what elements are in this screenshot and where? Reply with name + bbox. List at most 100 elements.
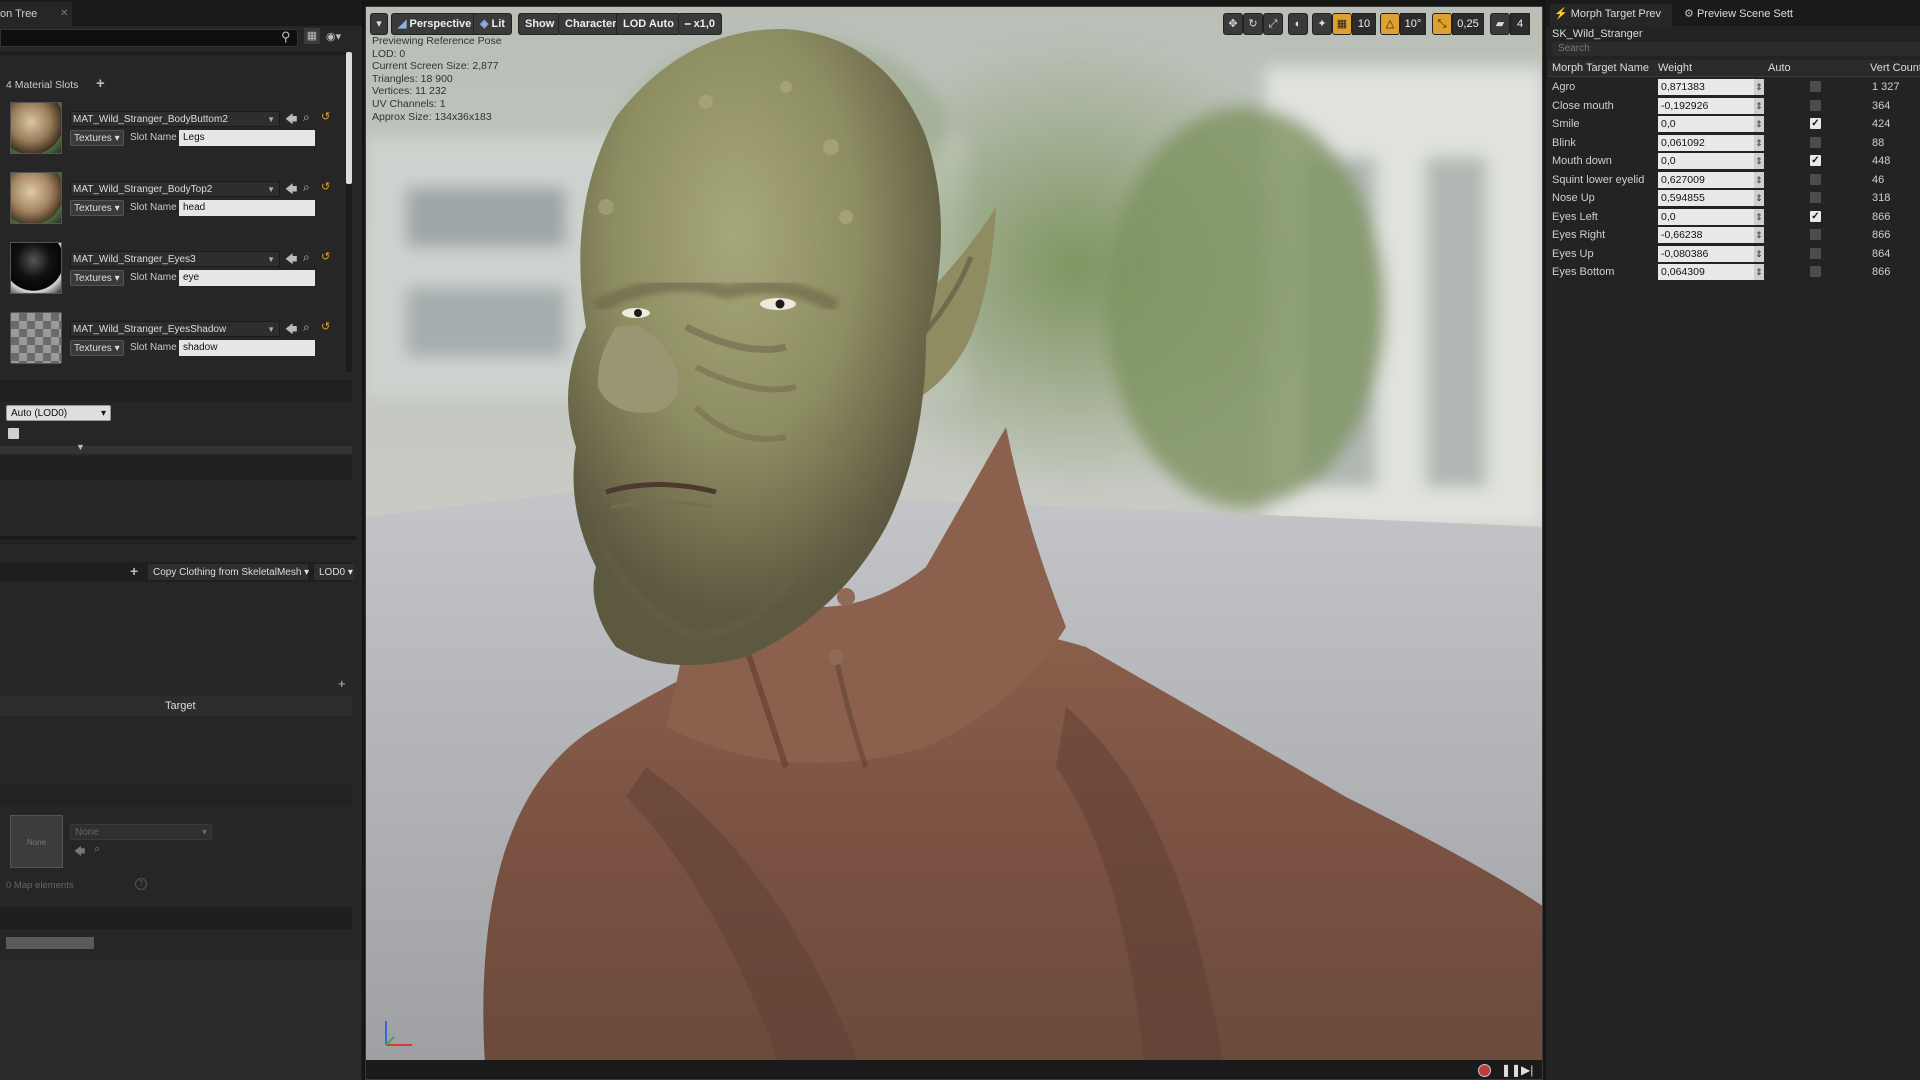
spin-handle-icon[interactable]: ⇕ <box>1754 171 1764 188</box>
slot-name-field[interactable]: shadow <box>179 340 315 356</box>
help-icon[interactable]: ? <box>135 878 147 890</box>
auto-checkbox[interactable]: ✓ <box>1810 210 1821 222</box>
use-selected-icon[interactable]: 🡄 <box>285 180 297 201</box>
textures-dropdown[interactable]: Textures ▾ <box>70 200 124 216</box>
morph-search-input[interactable]: Search <box>1552 42 1920 56</box>
material-thumbnail[interactable] <box>10 172 62 224</box>
record-icon[interactable] <box>1478 1064 1491 1077</box>
weight-slider[interactable]: 0,627009 ⇕ <box>1658 171 1764 188</box>
tab-morph-target-preview[interactable]: ⚡ Morph Target Prev <box>1550 4 1672 26</box>
spin-handle-icon[interactable]: ⇕ <box>1754 190 1764 206</box>
auto-checkbox[interactable] <box>1810 81 1821 92</box>
lod-auto-button[interactable]: LOD Auto <box>616 13 681 35</box>
use-selected-icon[interactable]: 🡄 <box>74 843 85 862</box>
add-slot-icon[interactable]: + <box>96 75 105 92</box>
use-selected-icon[interactable]: 🡄 <box>285 320 297 341</box>
world-local-icon[interactable]: ◐ <box>1288 13 1308 35</box>
tab-skeleton-tree[interactable]: on Tree ✕ <box>0 2 72 26</box>
translate-icon[interactable]: ✥ <box>1223 13 1243 35</box>
add-icon[interactable]: + <box>130 563 138 579</box>
textures-dropdown[interactable]: Textures ▾ <box>70 340 124 356</box>
preview-viewport[interactable]: ▾ ◢ Perspective ◈ Lit Show Character LOD… <box>365 6 1543 1080</box>
playback-speed-button[interactable]: ⎯ x1,0 <box>678 13 722 35</box>
slot-name-field[interactable]: Legs <box>179 130 315 146</box>
weight-slider[interactable]: -0,192926 ⇕ <box>1658 97 1764 114</box>
checkbox[interactable] <box>8 428 19 439</box>
slot-name-field[interactable]: head <box>179 200 315 216</box>
auto-checkbox[interactable] <box>1810 247 1821 259</box>
add-target-icon[interactable]: + <box>338 676 346 691</box>
auto-checkbox[interactable] <box>1810 99 1821 111</box>
auto-checkbox[interactable]: ✓ <box>1810 155 1821 166</box>
material-thumbnail[interactable] <box>10 102 62 154</box>
weight-slider[interactable]: 0,594855 ⇕ <box>1658 190 1764 206</box>
column-header[interactable]: Weight <box>1658 62 1692 74</box>
search-input[interactable] <box>0 29 298 47</box>
asset-thumbnail[interactable]: None <box>10 815 63 868</box>
browse-icon[interactable]: ⌕ <box>94 843 100 856</box>
spin-handle-icon[interactable]: ⇕ <box>1754 134 1764 151</box>
step-forward-icon[interactable]: ▶| <box>1521 1063 1533 1077</box>
reset-icon[interactable]: ↺ <box>321 110 330 123</box>
rotate-icon[interactable]: ↻ <box>1243 13 1263 35</box>
material-select[interactable]: MAT_Wild_Stranger_BodyButtom2 ▼ <box>70 111 280 127</box>
auto-checkbox[interactable]: ✓ <box>1810 118 1821 129</box>
grid-view-icon[interactable]: ▦ <box>304 28 320 44</box>
weight-slider[interactable]: -0,66238 ⇕ <box>1658 227 1764 243</box>
grid-snap-icon[interactable]: ▦ <box>1332 13 1352 35</box>
auto-checkbox[interactable] <box>1810 266 1821 277</box>
reset-icon[interactable]: ↺ <box>321 250 330 263</box>
close-icon[interactable]: ✕ <box>60 8 68 19</box>
auto-checkbox[interactable] <box>1810 173 1821 185</box>
lit-button[interactable]: ◈ Lit <box>473 13 512 35</box>
scale-snap-value[interactable]: 0,25 <box>1452 13 1484 35</box>
scale-snap-icon[interactable]: ⤡ <box>1432 13 1452 35</box>
spin-handle-icon[interactable]: ⇕ <box>1754 208 1764 225</box>
scrollbar-thumb[interactable] <box>346 52 352 184</box>
weight-slider[interactable]: 0,871383 ⇕ <box>1658 79 1764 95</box>
use-selected-icon[interactable]: 🡄 <box>285 110 297 131</box>
auto-checkbox[interactable] <box>1810 136 1821 148</box>
tab-preview-scene-settings[interactable]: ⚙ Preview Scene Sett <box>1680 4 1834 26</box>
copy-clothing-button[interactable]: Copy Clothing from SkeletalMesh ▾ <box>148 564 309 580</box>
column-header[interactable]: Vert Count <box>1870 62 1920 74</box>
spin-handle-icon[interactable]: ⇕ <box>1754 245 1764 262</box>
browse-icon[interactable]: ⌕ <box>303 110 310 125</box>
surface-snap-icon[interactable]: ✦ <box>1312 13 1332 35</box>
expander-bar[interactable] <box>0 446 352 454</box>
spin-handle-icon[interactable]: ⇕ <box>1754 227 1764 243</box>
weight-slider[interactable]: 0,0 ⇕ <box>1658 116 1764 132</box>
weight-slider[interactable]: 0,061092 ⇕ <box>1658 134 1764 151</box>
rotation-snap-value[interactable]: 10° <box>1400 13 1426 35</box>
material-thumbnail[interactable] <box>10 242 62 294</box>
search-icon[interactable]: ⚲ <box>281 29 291 45</box>
material-select[interactable]: MAT_Wild_Stranger_Eyes3 ▼ <box>70 251 280 267</box>
spin-handle-icon[interactable]: ⇕ <box>1754 153 1764 169</box>
reset-icon[interactable]: ↺ <box>321 180 330 193</box>
lod-dropdown[interactable]: LOD0 ▾ <box>314 564 354 580</box>
asset-select[interactable]: None ▾ <box>70 824 212 840</box>
lod-select[interactable]: Auto (LOD0) ▾ <box>6 405 111 421</box>
slot-name-field[interactable]: eye <box>179 270 315 286</box>
pause-icon[interactable]: ❚❚ <box>1501 1063 1521 1077</box>
weight-slider[interactable]: 0,0 ⇕ <box>1658 208 1764 225</box>
material-select[interactable]: MAT_Wild_Stranger_EyesShadow ▼ <box>70 321 280 337</box>
auto-checkbox[interactable] <box>1810 229 1821 240</box>
weight-slider[interactable]: 0,0 ⇕ <box>1658 153 1764 169</box>
material-thumbnail[interactable] <box>10 312 62 364</box>
viewport-menu-button[interactable]: ▾ <box>370 13 388 35</box>
spin-handle-icon[interactable]: ⇕ <box>1754 116 1764 132</box>
spin-handle-icon[interactable]: ⇕ <box>1754 264 1764 280</box>
column-header[interactable]: Morph Target Name <box>1552 62 1649 74</box>
auto-checkbox[interactable] <box>1810 192 1821 203</box>
textures-dropdown[interactable]: Textures ▾ <box>70 270 124 286</box>
browse-icon[interactable]: ⌕ <box>303 320 310 335</box>
weight-slider[interactable]: -0,080386 ⇕ <box>1658 245 1764 262</box>
character-button[interactable]: Character <box>558 13 624 35</box>
reset-icon[interactable]: ↺ <box>321 320 330 333</box>
expand-arrow-icon[interactable]: ▼ <box>76 442 85 452</box>
show-button[interactable]: Show <box>518 13 562 35</box>
browse-icon[interactable]: ⌕ <box>303 180 310 195</box>
weight-slider[interactable]: 0,064309 ⇕ <box>1658 264 1764 280</box>
spin-handle-icon[interactable]: ⇕ <box>1754 79 1764 95</box>
